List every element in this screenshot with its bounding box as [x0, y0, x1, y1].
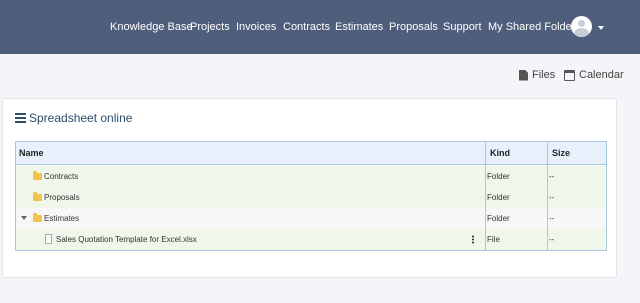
column-header-size[interactable]: Size — [549, 142, 570, 165]
table-row[interactable]: Estimates Folder -- — [16, 208, 606, 229]
calendar-link[interactable]: Calendar — [564, 67, 624, 83]
row-size: -- — [549, 235, 555, 244]
row-kind: File — [487, 235, 500, 244]
column-divider — [485, 142, 486, 250]
row-kind: Folder — [487, 193, 510, 202]
panel-title: Spreadsheet online — [15, 111, 132, 125]
file-icon — [519, 69, 528, 81]
panel-title-text: Spreadsheet online — [29, 111, 133, 125]
column-header-name[interactable]: Name — [16, 142, 44, 165]
top-navbar: Knowledge Base Projects Invoices Contrac… — [0, 0, 640, 54]
list-icon — [15, 113, 26, 123]
expand-triangle-icon[interactable] — [21, 216, 27, 220]
file-grid: Name Kind Size Contracts Folder -- Propo… — [15, 141, 607, 251]
nav-contracts[interactable]: Contracts — [283, 21, 330, 33]
row-size: -- — [549, 172, 555, 181]
nav-proposals[interactable]: Proposals — [389, 21, 438, 33]
row-name: Sales Quotation Template for Excel.xlsx — [56, 235, 197, 244]
column-header-kind[interactable]: Kind — [487, 142, 510, 165]
folder-icon — [33, 192, 42, 201]
caret-down-icon[interactable] — [598, 26, 604, 30]
nav-estimates[interactable]: Estimates — [335, 21, 383, 33]
calendar-icon — [564, 69, 575, 81]
nav-my-shared-folder[interactable]: My Shared Folder — [488, 21, 575, 33]
spreadsheet-panel: Spreadsheet online Name Kind Size Contra… — [2, 98, 617, 278]
table-row[interactable]: Contracts Folder -- — [16, 166, 606, 187]
calendar-label: Calendar — [579, 69, 624, 81]
more-options-icon[interactable] — [472, 235, 474, 244]
avatar-body-shape — [574, 28, 589, 37]
files-link[interactable]: Files — [519, 67, 555, 83]
row-size: -- — [549, 214, 555, 223]
row-kind: Folder — [487, 214, 510, 223]
column-divider — [547, 142, 548, 250]
row-name: Proposals — [44, 193, 80, 202]
document-icon — [45, 234, 52, 244]
nav-projects[interactable]: Projects — [190, 21, 230, 33]
avatar-head-shape — [578, 20, 585, 27]
folder-icon — [33, 171, 42, 180]
nav-invoices[interactable]: Invoices — [236, 21, 276, 33]
user-avatar[interactable] — [571, 16, 592, 37]
row-name: Contracts — [44, 172, 79, 181]
nav-knowledge-base[interactable]: Knowledge Base — [110, 21, 193, 33]
table-row[interactable]: Sales Quotation Template for Excel.xlsx … — [16, 229, 606, 250]
files-label: Files — [532, 69, 556, 81]
table-row[interactable]: Proposals Folder -- — [16, 187, 606, 208]
grid-header: Name Kind Size — [16, 142, 606, 165]
folder-icon — [33, 213, 42, 222]
row-name: Estimates — [44, 214, 80, 223]
row-kind: Folder — [487, 172, 510, 181]
row-size: -- — [549, 193, 555, 202]
nav-support[interactable]: Support — [443, 21, 482, 33]
